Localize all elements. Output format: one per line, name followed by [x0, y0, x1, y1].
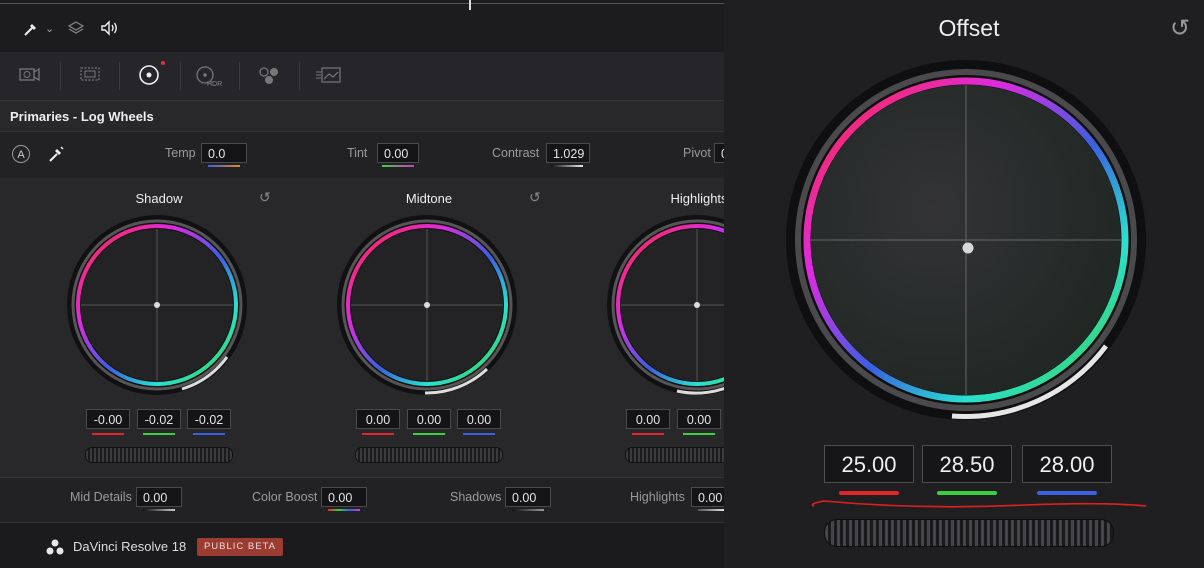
highlights-green-bar	[683, 433, 715, 435]
offset-green-value[interactable]: 28.50	[922, 445, 1012, 483]
hdr-label: HDR	[207, 81, 223, 88]
chevron-down-icon[interactable]: ⌄	[45, 22, 54, 35]
color-match-icon[interactable]	[75, 64, 105, 88]
midtone-green-value[interactable]: 0.00	[407, 409, 451, 429]
highlights-wheel-title: Highlights	[670, 191, 724, 206]
modified-indicator	[161, 61, 165, 65]
highlights-master-wheel[interactable]	[625, 447, 724, 463]
hdr-icon[interactable]: HDR	[193, 64, 223, 88]
mid-details-label: Mid Details	[70, 490, 132, 504]
primaries-toolbar: HDR	[0, 52, 724, 101]
eyedropper-icon[interactable]	[22, 20, 40, 42]
offset-red-value[interactable]: 25.00	[824, 445, 914, 483]
contrast-field[interactable]: 1.029	[546, 143, 590, 163]
offset-color-wheel[interactable]	[784, 58, 1148, 422]
offset-master-wheel[interactable]	[824, 519, 1114, 547]
toolbar-divider	[60, 62, 61, 90]
offset-wheel-panel: Offset ↺ 25.00 28.50 28.00	[724, 0, 1204, 568]
davinci-logo-icon	[46, 539, 64, 555]
shadows-field[interactable]: 0.00	[505, 487, 551, 507]
toolbar-divider	[180, 62, 181, 90]
shadow-wheel-title: Shadow	[135, 191, 183, 206]
shadows-indicator	[512, 509, 544, 511]
mid-details-indicator	[143, 509, 175, 511]
toolbar-divider	[299, 62, 300, 90]
midtone-blue-bar	[463, 433, 495, 435]
rgb-mixer-icon[interactable]	[254, 64, 284, 88]
color-boost-field[interactable]: 0.00	[321, 487, 367, 507]
midtone-wheel-title: Midtone	[405, 191, 453, 206]
playhead[interactable]	[469, 0, 471, 10]
auto-balance-button[interactable]: A	[12, 145, 30, 163]
temp-label: Temp	[165, 146, 196, 160]
highlights-indicator	[698, 509, 724, 511]
pivot-field[interactable]: 0	[714, 143, 724, 163]
color-boost-label: Color Boost	[252, 490, 318, 504]
midtone-blue-value[interactable]: 0.00	[457, 409, 501, 429]
highlights-red-value[interactable]: 0.00	[626, 409, 670, 429]
public-beta-badge: PUBLIC BETA	[197, 538, 283, 556]
midtone-red-bar	[362, 433, 394, 435]
toolbar-divider	[239, 62, 240, 90]
offset-reset-icon[interactable]: ↺	[1170, 14, 1190, 43]
tint-indicator	[382, 165, 414, 167]
highlights-label: Highlights	[630, 490, 685, 504]
speaker-icon[interactable]	[100, 20, 120, 40]
tint-field[interactable]: 0.00	[377, 143, 419, 163]
shadows-label: Shadows	[450, 490, 502, 504]
shadow-red-bar	[92, 433, 124, 435]
shadow-master-wheel[interactable]	[85, 447, 233, 463]
shadow-blue-value[interactable]: -0.02	[187, 409, 231, 429]
toolbar-divider	[119, 62, 120, 90]
panel-title: Primaries - Log Wheels	[10, 109, 154, 124]
midtone-reset-icon[interactable]: ↺	[529, 189, 541, 206]
temp-field[interactable]: 0.0	[201, 143, 247, 163]
mid-details-field[interactable]: 0.00	[136, 487, 182, 507]
annotation-underline	[811, 500, 1147, 508]
highlights-green-value[interactable]: 0.00	[677, 409, 721, 429]
color-boost-indicator	[328, 509, 360, 511]
shadow-green-bar	[143, 433, 175, 435]
temp-indicator	[208, 165, 240, 167]
shadow-reset-icon[interactable]: ↺	[259, 189, 271, 206]
color-page-panel: ⌄ HDR Primaries - Log Wheels A Temp 0.0 …	[0, 0, 724, 568]
shadow-blue-bar	[193, 433, 225, 435]
bottom-parameters: Mid Details 0.00 Color Boost 0.00 Shadow…	[0, 477, 724, 522]
midtone-green-bar	[413, 433, 445, 435]
shadow-color-wheel[interactable]	[66, 214, 248, 396]
pivot-label: Pivot	[683, 146, 711, 160]
offset-blue-value[interactable]: 28.00	[1022, 445, 1112, 483]
timeline-scrubber[interactable]	[0, 3, 724, 4]
midtone-color-wheel[interactable]	[336, 214, 518, 396]
contrast-indicator	[551, 165, 583, 167]
viewer-topbar: ⌄	[0, 0, 724, 53]
shadow-red-value[interactable]: -0.00	[86, 409, 130, 429]
white-balance-picker-icon[interactable]	[46, 144, 66, 169]
color-wheels-icon[interactable]	[134, 64, 164, 88]
tint-label: Tint	[347, 146, 368, 160]
contrast-label: Contrast	[492, 146, 540, 160]
app-footer: DaVinci Resolve 18 PUBLIC BETA	[0, 522, 724, 568]
camera-raw-icon[interactable]	[14, 64, 44, 88]
highlights-red-bar	[632, 433, 664, 435]
log-wheels: Shadow ↺ -0.00 -0.02 -0.02 Midtone ↺ 0.0…	[0, 178, 724, 475]
highlights-field[interactable]: 0.00	[691, 487, 724, 507]
shadow-green-value[interactable]: -0.02	[137, 409, 181, 429]
motion-effects-icon[interactable]	[314, 64, 344, 88]
app-name: DaVinci Resolve 18	[73, 539, 187, 554]
offset-title: Offset	[938, 15, 1000, 41]
top-parameters: A Temp 0.0 Tint 0.00 Contrast 1.029 Pivo…	[0, 131, 724, 179]
midtone-master-wheel[interactable]	[355, 447, 503, 463]
layers-icon[interactable]	[67, 20, 85, 40]
highlights-color-wheel[interactable]	[606, 214, 724, 396]
midtone-red-value[interactable]: 0.00	[356, 409, 400, 429]
